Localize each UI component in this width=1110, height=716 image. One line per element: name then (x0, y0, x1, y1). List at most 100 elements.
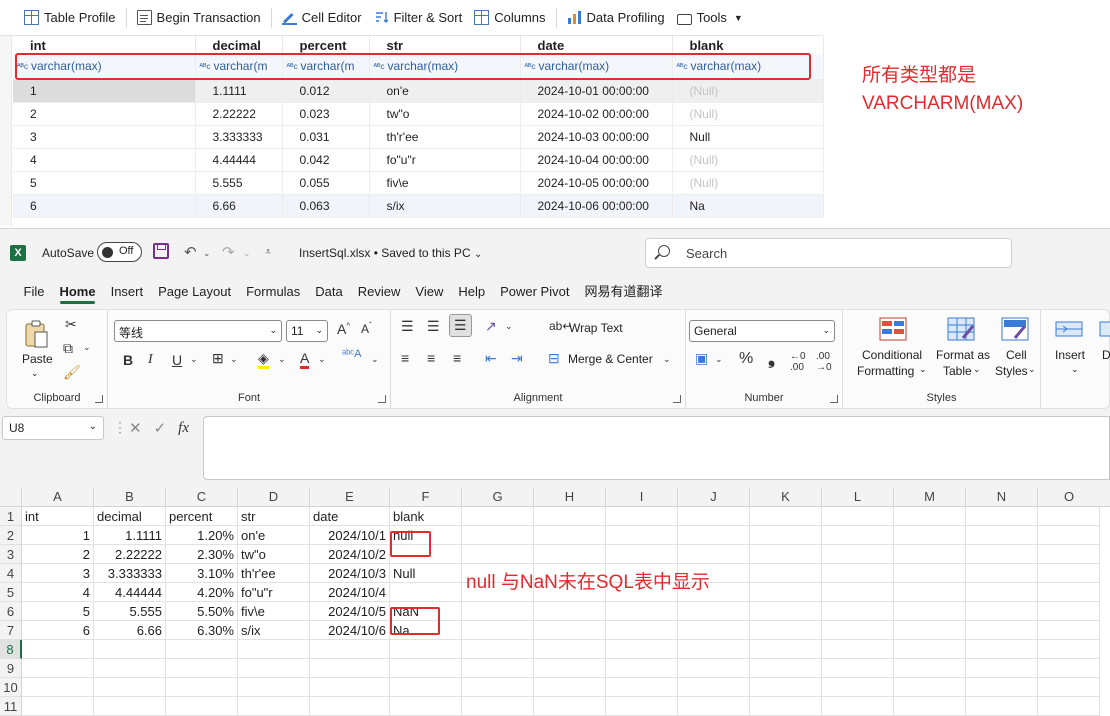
sheet-cell[interactable] (966, 697, 1038, 716)
sheet-cell[interactable] (390, 659, 462, 678)
cell-editor-button[interactable]: Cell Editor (276, 6, 368, 30)
grid-cell[interactable]: 2024-10-05 00:00:00 (520, 171, 673, 195)
grid-cell[interactable]: 2.22222 (195, 102, 283, 126)
row-header[interactable]: 6 (0, 602, 22, 621)
sheet-cell[interactable]: 5.50% (166, 602, 238, 621)
sheet-cell[interactable] (462, 659, 534, 678)
increase-font-size-icon[interactable]: A^ (337, 321, 350, 337)
sheet-cell[interactable] (462, 602, 534, 621)
sheet-cell[interactable] (94, 659, 166, 678)
tab-data[interactable]: Data (308, 277, 350, 307)
sheet-cell[interactable] (678, 659, 750, 678)
sheet-cell[interactable] (678, 526, 750, 545)
chevron-down-icon[interactable]: ⌄ (973, 364, 981, 375)
name-box[interactable]: U8 ⌄ (2, 416, 104, 440)
sheet-cell[interactable]: 2024/10/4 (310, 583, 390, 602)
table-row[interactable]: 3 3.333333 0.031 th'r'ee 2024-10-03 00:0… (13, 125, 824, 149)
sheet-cell[interactable]: fiv\e (238, 602, 310, 621)
sheet-cell[interactable] (462, 697, 534, 716)
sheet-cell[interactable]: 6.66 (94, 621, 166, 640)
delete-cells-icon[interactable] (1099, 316, 1110, 342)
sheet-cell[interactable] (238, 659, 310, 678)
sheet-cell[interactable] (966, 583, 1038, 602)
column-header[interactable]: A (22, 487, 94, 507)
sheet-cell[interactable] (166, 678, 238, 697)
chevron-down-icon[interactable]: ⌄ (243, 248, 251, 259)
column-header[interactable]: J (678, 487, 750, 507)
sheet-cell[interactable] (750, 545, 822, 564)
sheet-cell[interactable]: int (22, 507, 94, 526)
fill-color-icon[interactable]: ◈ (258, 350, 269, 369)
copy-icon[interactable]: ⧉ (63, 340, 73, 357)
grid-cell[interactable]: 2 (13, 102, 196, 126)
chevron-down-icon[interactable]: ⌄ (203, 248, 211, 259)
filter-sort-button[interactable]: Filter & Sort (368, 6, 469, 30)
grid-cell[interactable]: 5 (13, 171, 196, 195)
sheet-cell[interactable]: blank (390, 507, 462, 526)
grid-cell[interactable]: 4 (13, 148, 196, 172)
sheet-cell[interactable] (678, 602, 750, 621)
column-header-decimal[interactable]: decimal (195, 36, 283, 54)
grid-cell[interactable]: Na (672, 194, 824, 218)
column-header-date[interactable]: date (520, 36, 673, 54)
sheet-cell[interactable]: str (238, 507, 310, 526)
sheet-cell[interactable] (462, 526, 534, 545)
chevron-down-icon[interactable]: ⌄ (318, 354, 326, 365)
tab-formulas[interactable]: Formulas (239, 277, 308, 307)
sheet-cell[interactable] (462, 545, 534, 564)
sheet-cell[interactable] (822, 507, 894, 526)
table-row[interactable]: 5 5.555 0.055 fiv\e 2024-10-05 00:00:00 … (13, 171, 824, 195)
sheet-cell[interactable]: tw"o (238, 545, 310, 564)
accounting-format-icon[interactable]: ▣ (695, 350, 708, 367)
table-row[interactable]: 1 1.1111 0.012 on'e 2024-10-01 00:00:00 … (13, 79, 824, 103)
chevron-down-icon[interactable]: ⌄ (1028, 364, 1036, 375)
grid-cell[interactable]: 2024-10-06 00:00:00 (520, 194, 673, 218)
number-format-select[interactable]: General ⌄ (689, 320, 835, 342)
paste-icon[interactable] (23, 320, 49, 350)
sheet-cell[interactable] (750, 621, 822, 640)
column-header[interactable]: O (1038, 487, 1100, 507)
cell-styles-button[interactable]: Cell (1006, 348, 1027, 362)
sheet-cell[interactable]: 4.20% (166, 583, 238, 602)
font-name-select[interactable]: 等线 ⌄ (114, 320, 282, 342)
sheet-cell[interactable] (94, 640, 166, 659)
row-header[interactable]: 7 (0, 621, 22, 640)
sheet-cell[interactable]: 2024/10/5 (310, 602, 390, 621)
sheet-cell[interactable]: 2 (22, 545, 94, 564)
chevron-down-icon[interactable]: ⌄ (31, 368, 39, 379)
sheet-cell[interactable] (238, 640, 310, 659)
sheet-cell[interactable]: decimal (94, 507, 166, 526)
column-header[interactable]: B (94, 487, 166, 507)
comma-style-icon[interactable]: ❟ (768, 348, 775, 369)
sheet-cell[interactable]: 1.1111 (94, 526, 166, 545)
grid-cell[interactable]: 0.031 (282, 125, 370, 149)
select-all-corner[interactable] (0, 487, 22, 507)
sheet-cell[interactable] (1038, 564, 1100, 583)
grid-cell[interactable]: 2024-10-01 00:00:00 (520, 79, 673, 103)
row-header[interactable]: 11 (0, 697, 22, 716)
sheet-cell[interactable] (1038, 697, 1100, 716)
sheet-cell[interactable] (894, 545, 966, 564)
sheet-cell[interactable]: fo"u"r (238, 583, 310, 602)
sheet-cell[interactable] (894, 602, 966, 621)
sheet-cell[interactable] (966, 507, 1038, 526)
sheet-cell[interactable] (966, 659, 1038, 678)
grid-cell[interactable]: (Null) (672, 171, 824, 195)
sheet-cell[interactable]: on'e (238, 526, 310, 545)
sheet-cell[interactable] (822, 678, 894, 697)
grid-cell[interactable]: 1.1111 (195, 79, 283, 103)
tab-home[interactable]: Home (52, 277, 103, 307)
cancel-entry-icon[interactable]: ✕ (129, 419, 142, 437)
conditional-formatting-button[interactable]: Conditional (862, 348, 922, 362)
chevron-down-icon[interactable]: ⌄ (83, 342, 91, 353)
sheet-cell[interactable] (166, 640, 238, 659)
chevron-down-icon[interactable]: ⌄ (715, 354, 723, 365)
align-right-icon[interactable]: ≡ (453, 350, 461, 366)
table-profile-button[interactable]: Table Profile (18, 6, 122, 30)
sheet-cell[interactable] (822, 564, 894, 583)
sheet-cell[interactable] (534, 697, 606, 716)
confirm-entry-icon[interactable]: ✓ (154, 419, 167, 437)
grid-cell[interactable]: 2024-10-03 00:00:00 (520, 125, 673, 149)
sheet-cell[interactable] (966, 564, 1038, 583)
grid-cell[interactable]: 4.44444 (195, 148, 283, 172)
